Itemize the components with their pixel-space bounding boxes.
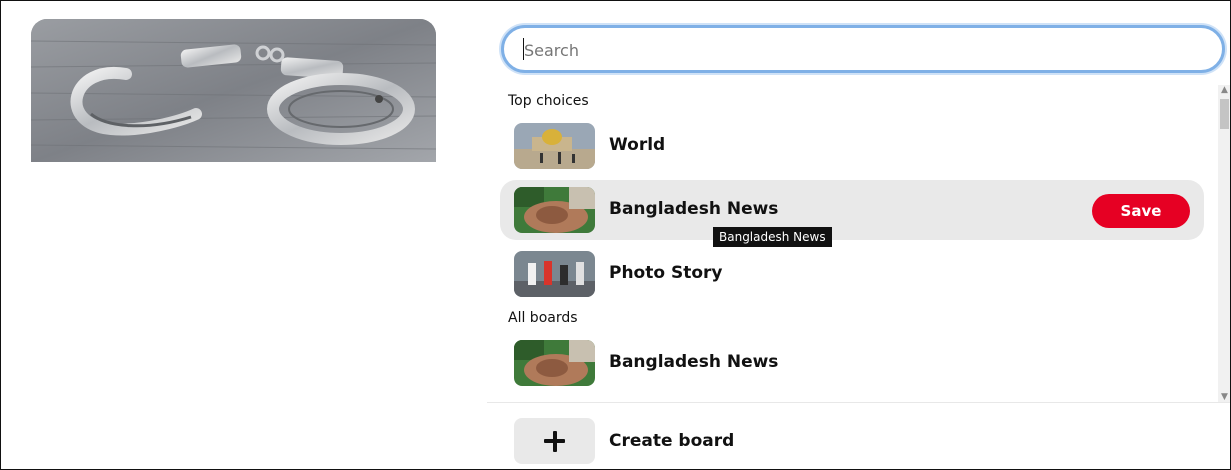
search-input[interactable]: [522, 35, 1206, 65]
text-caret: [523, 38, 524, 60]
board-row-photo-story[interactable]: Photo Story: [500, 244, 1204, 304]
plus-icon: [514, 418, 595, 464]
board-row-world[interactable]: World: [500, 116, 1204, 176]
pin-preview-image: [31, 19, 436, 162]
scroll-up-arrow-icon[interactable]: ▲: [1220, 86, 1229, 95]
create-board-button[interactable]: Create board: [500, 411, 1204, 469]
bangladesh-news-thumbnail: [514, 340, 595, 386]
board-list-scrollbar[interactable]: ▲ ▼: [1218, 85, 1230, 403]
section-label-top-choices: Top choices: [508, 93, 589, 109]
divider: [487, 402, 1230, 403]
save-button[interactable]: Save: [1092, 194, 1190, 228]
world-thumbnail: [514, 123, 595, 169]
bangladesh-news-thumbnail: [514, 187, 595, 233]
section-label-all-boards: All boards: [508, 310, 578, 326]
create-board-label: Create board: [609, 431, 735, 451]
photo-story-thumbnail: [514, 251, 595, 297]
window-frame: Top choices World: [0, 0, 1231, 470]
board-name: Photo Story: [609, 263, 723, 283]
board-name: World: [609, 135, 666, 155]
board-row-bangladesh-news-all[interactable]: Bangladesh News: [500, 333, 1204, 393]
board-picker: Top choices World: [487, 1, 1230, 469]
search-box[interactable]: [501, 25, 1225, 73]
scroll-down-arrow-icon[interactable]: ▼: [1220, 393, 1229, 402]
board-name: Bangladesh News: [609, 352, 779, 372]
board-row-bangladesh-news[interactable]: Bangladesh News Save: [500, 180, 1204, 240]
scroll-thumb[interactable]: [1220, 99, 1229, 129]
board-name: Bangladesh News: [609, 199, 779, 219]
